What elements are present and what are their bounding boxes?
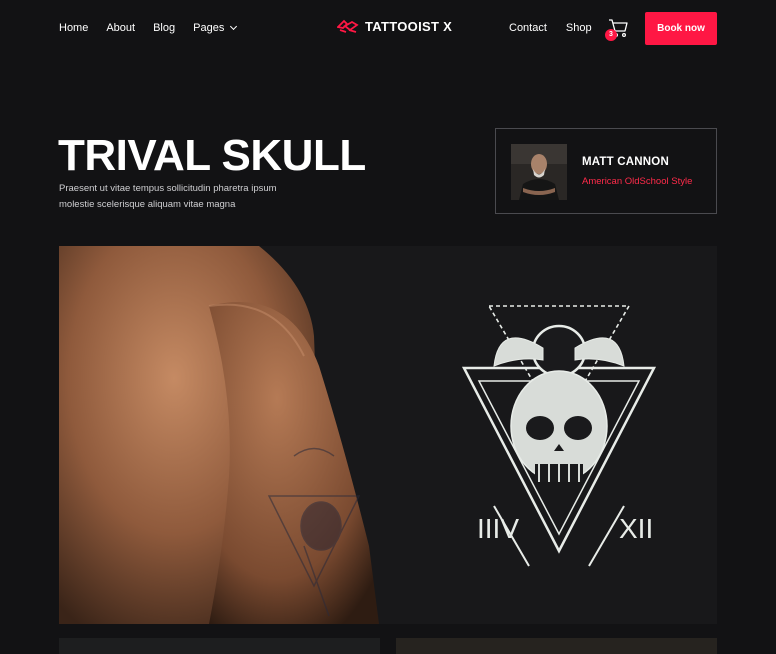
nav-link-pages[interactable]: Pages: [193, 22, 238, 34]
gallery-thumbnail[interactable]: [396, 638, 717, 654]
artist-avatar: [511, 144, 567, 200]
cart-count-badge: 3: [605, 29, 617, 41]
logo-text: TATTOOIST X: [365, 18, 453, 34]
artist-name: MATT CANNON: [582, 156, 669, 168]
nav-link-about[interactable]: About: [106, 22, 135, 34]
nav-link-home[interactable]: Home: [59, 22, 88, 34]
feature-image: IIIV XII: [59, 246, 717, 624]
site-logo[interactable]: TATTOOIST X: [337, 18, 452, 34]
nav-left-menu: Home About Blog Pages: [59, 22, 254, 34]
nav-link-shop[interactable]: Shop: [566, 22, 592, 34]
tattoo-machine-icon: [337, 19, 359, 33]
nav-right-menu: Contact Shop: [509, 22, 611, 34]
top-navigation: Home About Blog Pages TATTOOIST X Contac…: [0, 0, 776, 58]
artist-photo-image: [511, 144, 567, 200]
numeral-right-text: XII: [619, 513, 653, 544]
artist-style: American OldSchool Style: [582, 176, 693, 187]
hero-description: Praesent ut vitae tempus sollicitudin ph…: [59, 183, 277, 210]
chevron-down-icon: [230, 22, 238, 31]
nav-link-blog[interactable]: Blog: [153, 22, 175, 34]
book-now-button[interactable]: Book now: [645, 12, 717, 45]
nav-link-contact[interactable]: Contact: [509, 22, 547, 34]
cart-button[interactable]: 3: [605, 17, 629, 41]
numeral-left-text: IIIV: [477, 513, 519, 544]
page-title: TRIVAL SKULL: [58, 131, 366, 180]
nav-link-pages-label: Pages: [193, 22, 225, 34]
gallery-thumbnail[interactable]: [59, 638, 380, 654]
tattoo-showcase-illustration: IIIV XII: [59, 246, 717, 624]
artist-card[interactable]: MATT CANNON American OldSchool Style: [495, 128, 717, 214]
